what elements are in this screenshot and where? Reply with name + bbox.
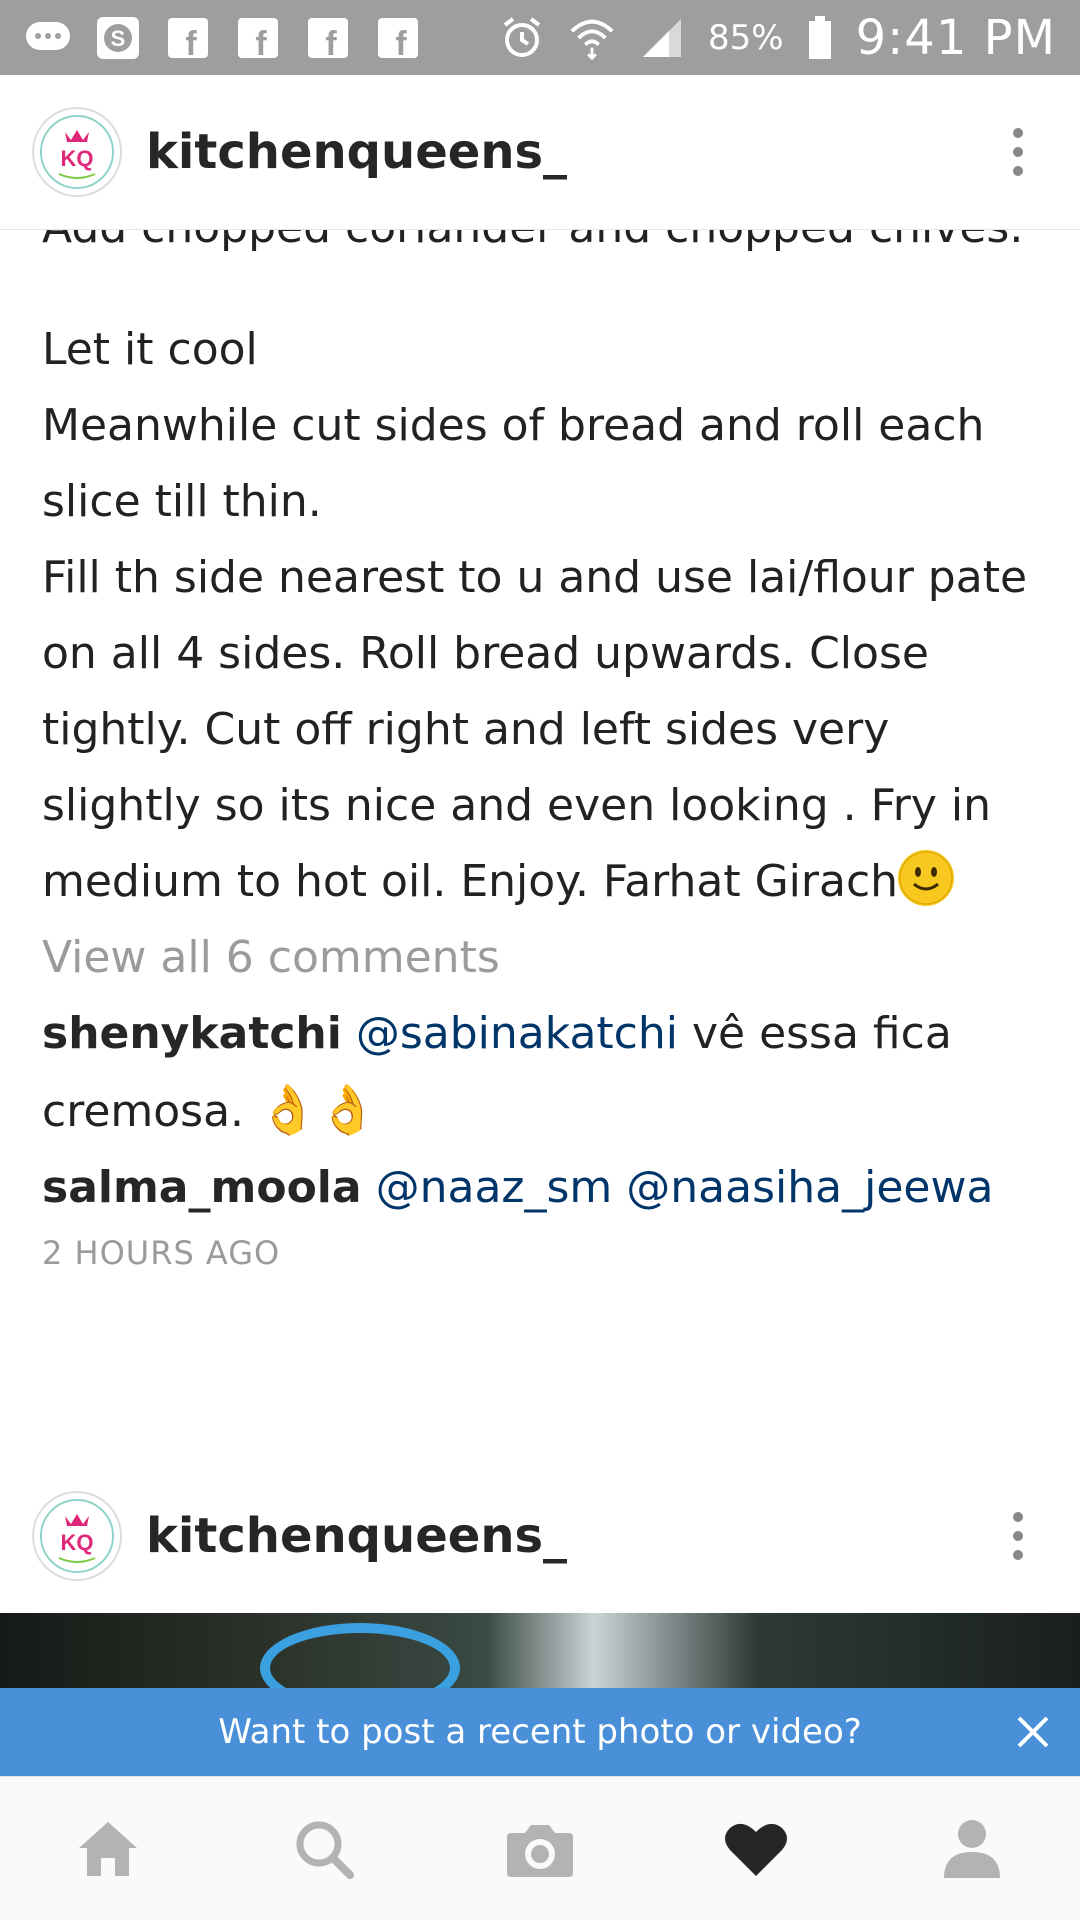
post-caption-area: Add chopped coriander and chopped chives…	[0, 230, 1080, 1458]
avatar-text: KQ	[61, 1530, 94, 1555]
smiley-emoji-icon	[898, 850, 955, 906]
caption-line: Meanwhile cut sides of bread and roll ea…	[42, 400, 985, 527]
skype-icon: S	[94, 14, 142, 62]
battery-percent: 85%	[708, 17, 784, 58]
facebook-icon: f	[374, 14, 422, 62]
more-options-button[interactable]	[988, 1496, 1048, 1576]
avatar[interactable]: KQ	[32, 1490, 122, 1581]
comment-username[interactable]: salma_moola	[42, 1162, 362, 1213]
close-icon[interactable]	[1008, 1707, 1058, 1757]
facebook-icon: f	[164, 14, 212, 62]
avatar[interactable]: KQ	[32, 107, 122, 197]
profile-icon[interactable]	[912, 1789, 1032, 1909]
caption-line-with-emoji: Fill th side nearest to u and use lai/fl…	[42, 540, 1038, 920]
comment-mention[interactable]: @sabinakatchi	[356, 1008, 678, 1059]
ok-hand-emoji-icon: 👌👌	[258, 1082, 378, 1138]
recent-photo-banner[interactable]: Want to post a recent photo or video?	[0, 1688, 1080, 1776]
banner-text: Want to post a recent photo or video?	[218, 1712, 862, 1752]
caption-partial-line: Add chopped coriander and chopped chives…	[42, 230, 1038, 266]
facebook-icon: f	[234, 14, 282, 62]
caption-line: Fill th side nearest to u and use lai/fl…	[42, 552, 1028, 907]
post-header: KQ kitchenqueens_	[0, 75, 1080, 230]
signal-icon	[638, 14, 686, 62]
messages-icon	[24, 14, 72, 62]
app-screen: S f f f f 85% 9:41 PM KQ kitchenqueens_ …	[0, 0, 1080, 1920]
comment-mention[interactable]: @naasiha_jeewa	[626, 1162, 993, 1213]
comment: shenykatchi @sabinakatchi vê essa fica c…	[42, 996, 1038, 1150]
svg-text:f: f	[395, 25, 407, 59]
post-header: KQ kitchenqueens_	[0, 1458, 1080, 1613]
post-username[interactable]: kitchenqueens_	[146, 1508, 567, 1564]
photo-ribbon-decoration	[260, 1623, 460, 1688]
search-icon[interactable]	[264, 1789, 384, 1909]
comment: salma_moola @naaz_sm @naasiha_jeewa	[42, 1150, 1038, 1226]
post-caption: Let it cool Meanwhile cut sides of bread…	[42, 312, 1038, 920]
view-all-comments-link[interactable]: View all 6 comments	[42, 920, 1038, 996]
camera-icon[interactable]	[480, 1789, 600, 1909]
heart-icon[interactable]	[696, 1789, 816, 1909]
bottom-navigation	[0, 1776, 1080, 1920]
post-username[interactable]: kitchenqueens_	[146, 124, 567, 180]
svg-text:f: f	[185, 25, 197, 59]
svg-text:S: S	[111, 26, 126, 51]
notification-icons: S f f f f	[24, 14, 422, 62]
comment-username[interactable]: shenykatchi	[42, 1008, 342, 1059]
clock: 9:41 PM	[855, 9, 1056, 66]
avatar-text: KQ	[61, 146, 94, 171]
system-status: 85% 9:41 PM	[498, 10, 1056, 66]
alarm-icon	[498, 14, 546, 62]
battery-icon	[806, 14, 834, 62]
status-bar: S f f f f 85% 9:41 PM	[0, 0, 1080, 75]
comment-mention[interactable]: @naaz_sm	[376, 1162, 613, 1213]
post-photo[interactable]	[0, 1613, 1080, 1688]
svg-text:f: f	[255, 25, 267, 59]
home-icon[interactable]	[48, 1789, 168, 1909]
facebook-icon: f	[304, 14, 352, 62]
caption-line: Let it cool	[42, 324, 258, 375]
svg-text:f: f	[325, 25, 337, 59]
post-timestamp: 2 HOURS AGO	[42, 1234, 281, 1272]
wifi-icon	[568, 14, 616, 62]
more-options-button[interactable]	[988, 112, 1048, 192]
